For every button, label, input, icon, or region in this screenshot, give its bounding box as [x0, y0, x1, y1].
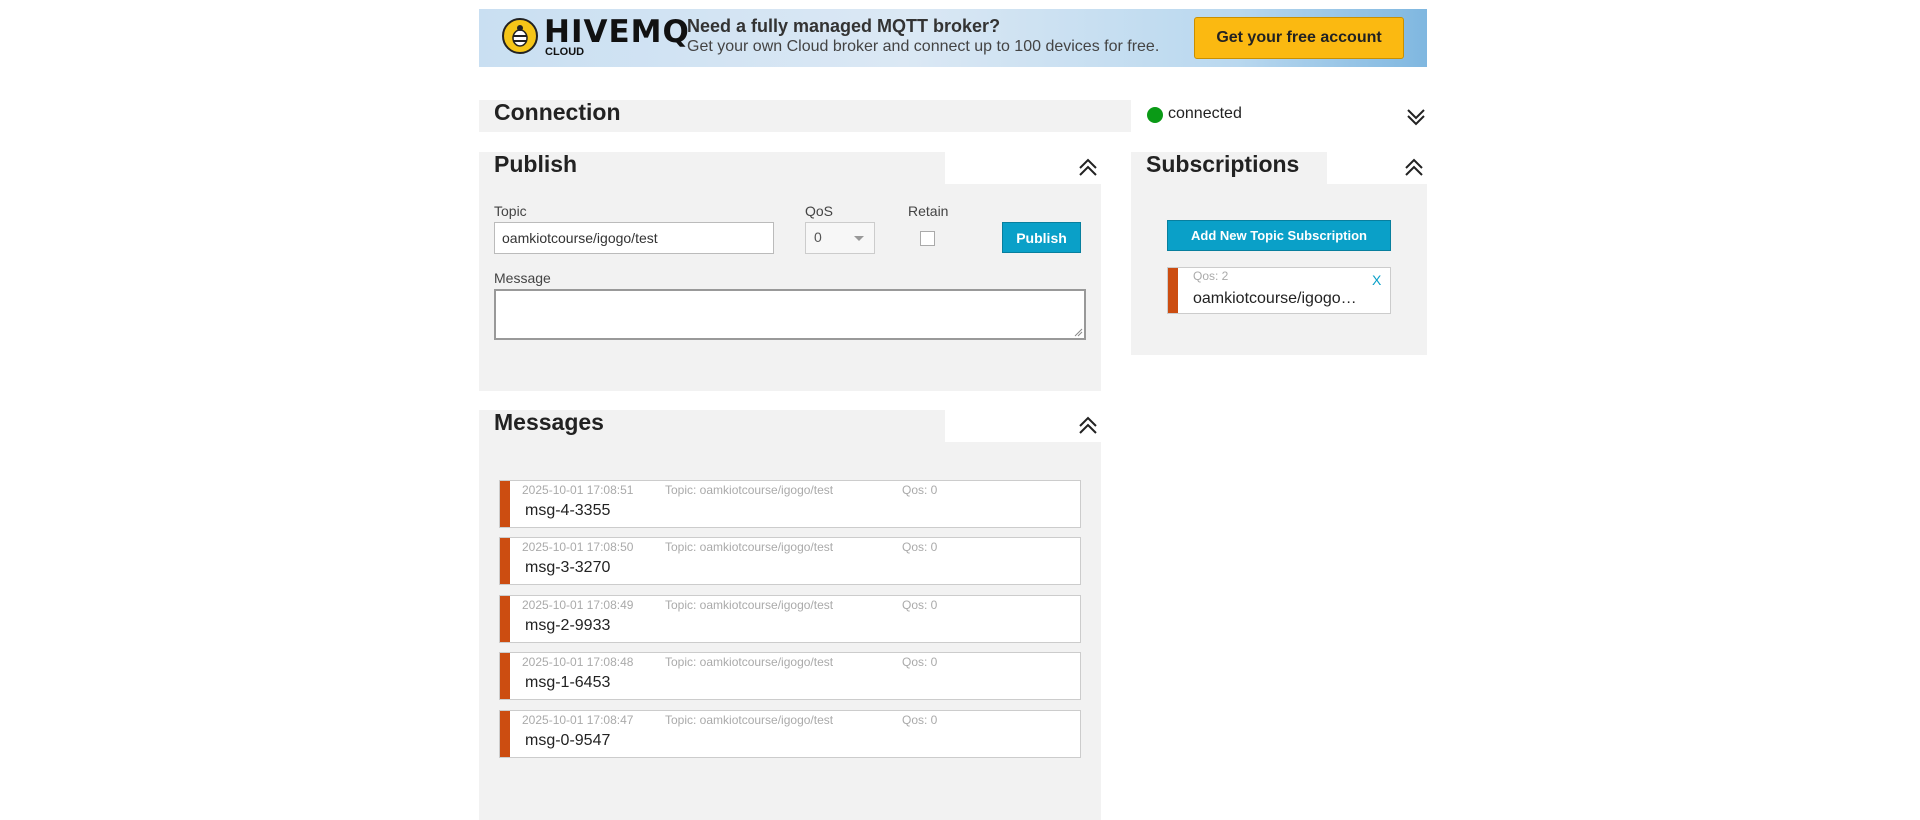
message-timestamp: 2025-10-01 17:08:49	[522, 598, 634, 612]
double-chevron-down-icon[interactable]	[1405, 105, 1427, 127]
message-color-marker	[500, 711, 510, 757]
message-color-marker	[500, 481, 510, 527]
message-item: 2025-10-01 17:08:48 Topic: oamkiotcourse…	[499, 652, 1081, 700]
double-chevron-up-icon[interactable]	[1077, 415, 1099, 437]
add-subscription-button[interactable]: Add New Topic Subscription	[1167, 220, 1391, 251]
publish-button[interactable]: Publish	[1002, 222, 1081, 253]
subscription-topic: oamkiotcourse/igogo/test	[1193, 290, 1361, 307]
message-qos: Qos: 0	[902, 540, 938, 554]
message-color-marker	[500, 653, 510, 699]
message-item: 2025-10-01 17:08:51 Topic: oamkiotcourse…	[499, 480, 1081, 528]
double-chevron-up-icon[interactable]	[1403, 157, 1425, 179]
message-topic: Topic: oamkiotcourse/igogo/test	[665, 655, 834, 669]
qos-label: QoS	[805, 203, 834, 219]
message-topic: Topic: oamkiotcourse/igogo/test	[665, 483, 834, 497]
message-timestamp: 2025-10-01 17:08:47	[522, 713, 634, 727]
message-color-marker	[500, 538, 510, 584]
topic-label: Topic	[494, 203, 527, 219]
message-item: 2025-10-01 17:08:49 Topic: oamkiotcourse…	[499, 595, 1081, 643]
message-label: Message	[494, 270, 551, 286]
retain-checkbox[interactable]	[920, 231, 935, 246]
message-qos: Qos: 0	[902, 598, 938, 612]
bee-icon	[502, 18, 538, 54]
connection-title: Connection	[494, 99, 621, 125]
message-textarea[interactable]	[494, 289, 1086, 340]
message-qos: Qos: 0	[902, 483, 938, 497]
message-topic: Topic: oamkiotcourse/igogo/test	[665, 713, 834, 727]
qos-select[interactable]: 0	[805, 222, 875, 254]
message-timestamp: 2025-10-01 17:08:50	[522, 540, 634, 554]
caret-down-icon	[854, 236, 864, 241]
message-payload: msg-2-9933	[525, 617, 611, 634]
publish-title: Publish	[494, 151, 578, 177]
message-payload: msg-4-3355	[525, 502, 611, 519]
logo-subtext: CLOUD	[545, 46, 585, 58]
message-qos: Qos: 0	[902, 713, 938, 727]
message-payload: msg-3-3270	[525, 559, 611, 576]
subscription-color-marker[interactable]	[1168, 268, 1178, 313]
subscription-item[interactable]: Qos: 2 oamkiotcourse/igogo/test X	[1167, 267, 1391, 314]
subscription-qos: Qos: 2	[1193, 269, 1229, 283]
logo-text: HIVEMQ	[544, 14, 690, 50]
unsubscribe-button[interactable]: X	[1372, 272, 1381, 288]
banner-subtitle: Get your own Cloud broker and connect up…	[687, 38, 1160, 55]
double-chevron-up-icon[interactable]	[1077, 157, 1099, 179]
status-indicator-icon	[1147, 107, 1163, 123]
publish-panel	[479, 152, 1101, 391]
topic-input[interactable]	[494, 222, 774, 254]
message-topic: Topic: oamkiotcourse/igogo/test	[665, 598, 834, 612]
message-qos: Qos: 0	[902, 655, 938, 669]
message-item: 2025-10-01 17:08:50 Topic: oamkiotcourse…	[499, 537, 1081, 585]
message-timestamp: 2025-10-01 17:08:48	[522, 655, 634, 669]
banner-title: Need a fully managed MQTT broker?	[687, 16, 1001, 36]
messages-title: Messages	[494, 409, 604, 435]
resize-grip-icon[interactable]	[1074, 328, 1083, 337]
message-timestamp: 2025-10-01 17:08:51	[522, 483, 634, 497]
message-color-marker	[500, 596, 510, 642]
hivemq-logo: HIVEMQ CLOUD	[502, 14, 689, 60]
message-item: 2025-10-01 17:08:47 Topic: oamkiotcourse…	[499, 710, 1081, 758]
message-payload: msg-1-6453	[525, 674, 611, 691]
qos-value: 0	[814, 229, 822, 245]
retain-label: Retain	[908, 203, 949, 219]
subscriptions-title: Subscriptions	[1146, 151, 1300, 177]
free-account-button[interactable]: Get your free account	[1194, 17, 1404, 59]
message-topic: Topic: oamkiotcourse/igogo/test	[665, 540, 834, 554]
message-payload: msg-0-9547	[525, 732, 611, 749]
connection-status: connected	[1168, 105, 1242, 122]
